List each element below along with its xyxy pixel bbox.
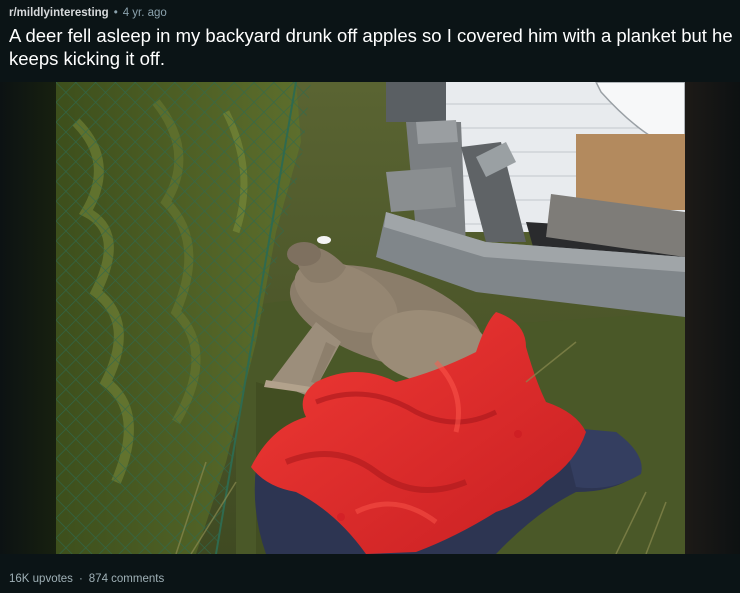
post-title[interactable]: A deer fell asleep in my backyard drunk …	[9, 24, 733, 70]
upvotes-count[interactable]: 16K upvotes	[9, 573, 73, 585]
footer-separator: ·	[78, 573, 83, 585]
media-letterbox-right	[685, 82, 740, 554]
comments-link[interactable]: 874 comments	[89, 573, 164, 585]
post-meta: r/mildlyinteresting • 4 yr. ago	[9, 6, 167, 20]
post-image[interactable]	[56, 82, 685, 554]
post-footer: 16K upvotes · 874 comments	[9, 572, 164, 586]
meta-separator: •	[113, 7, 118, 19]
media-letterbox-left	[0, 82, 56, 554]
photo-image-icon	[56, 82, 685, 554]
subreddit-link[interactable]: r/mildlyinteresting	[9, 7, 109, 19]
post-card: r/mildlyinteresting • 4 yr. ago A deer fel…	[0, 0, 740, 593]
post-age: 4 yr. ago	[122, 7, 167, 19]
post-media	[0, 82, 740, 554]
